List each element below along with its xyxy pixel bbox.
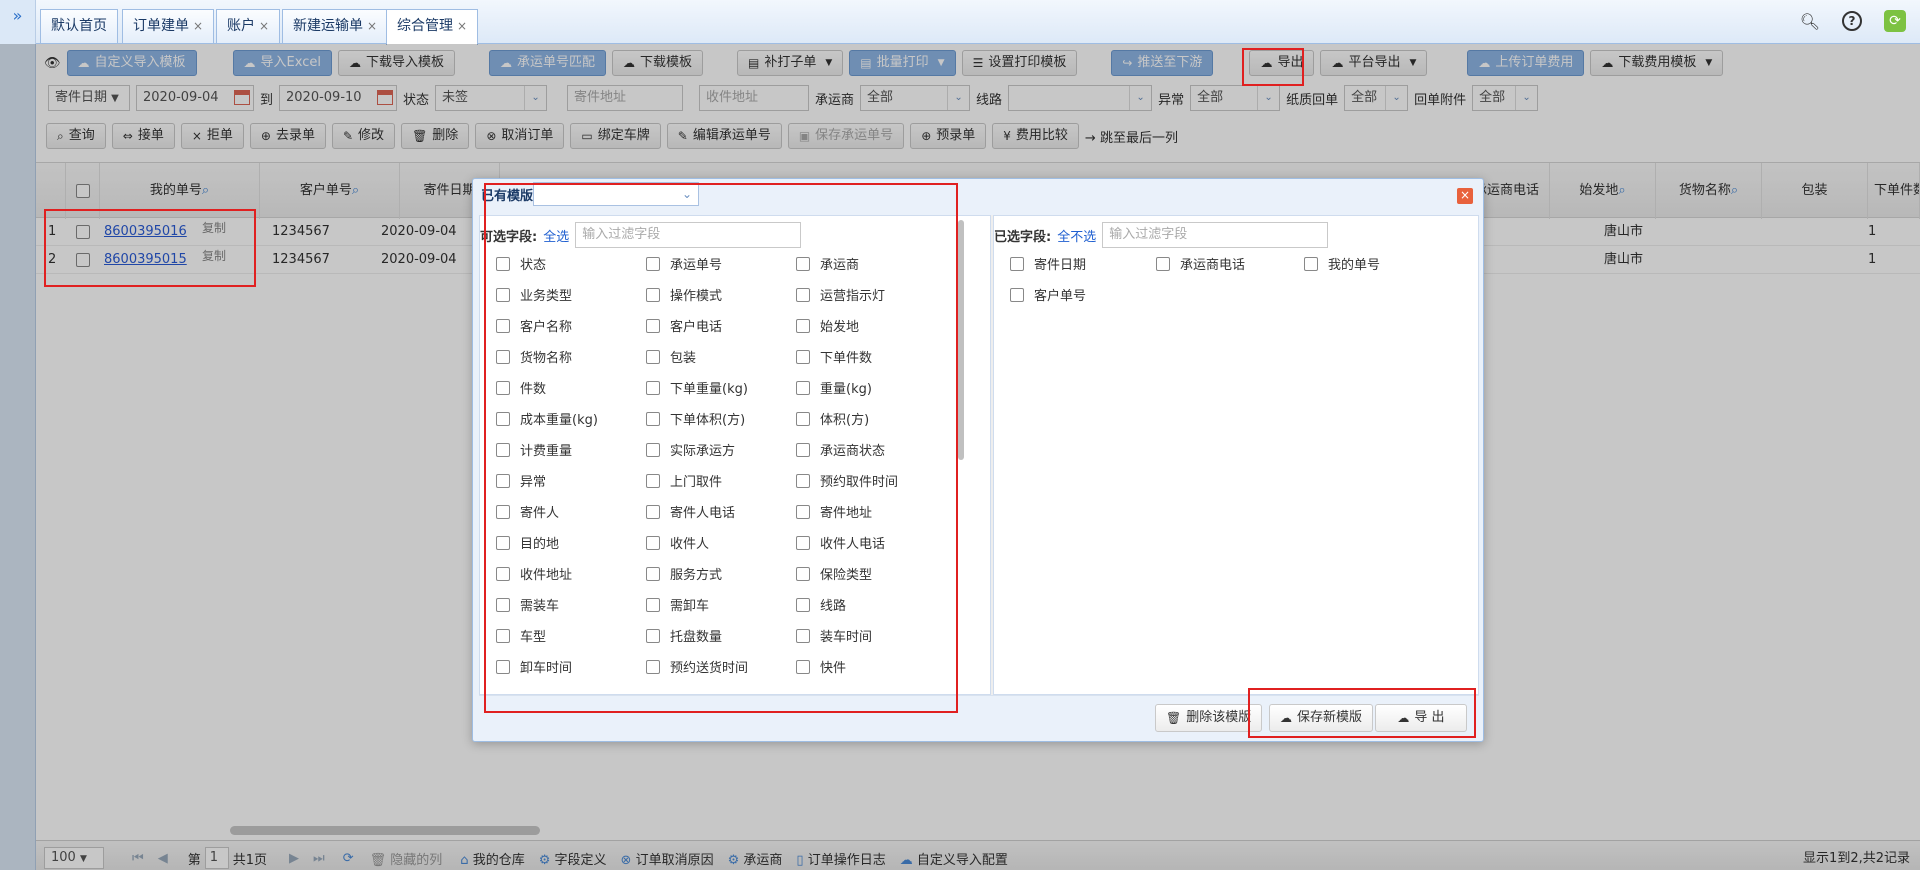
selected-field-item[interactable]: 客户单号 (1010, 285, 1086, 304)
field-checkbox[interactable] (1156, 256, 1170, 271)
field-list-scrollbar[interactable] (958, 220, 964, 460)
delete-template-button[interactable]: 🗑︎ 删除该模版 (1155, 704, 1263, 732)
field-checkbox[interactable] (1010, 256, 1024, 271)
selected-filter-input[interactable]: 输入过滤字段 (1102, 222, 1329, 248)
expand-sidebar-icon[interactable]: » (0, 6, 35, 25)
select-none-link[interactable]: 全不选 (1057, 226, 1096, 245)
search-icon[interactable]: 🔍︎ (1800, 12, 1820, 31)
selected-fields-panel: 已选字段: 全不选 输入过滤字段 寄件日期 承运商电话 我的单号 客户单号 (993, 215, 1479, 695)
close-tab-icon[interactable]: × (457, 19, 467, 33)
tab-home[interactable]: 默认首页 (40, 9, 118, 43)
highlight-available-fields (484, 183, 958, 713)
tab-strip: 默认首页 订单建单 × 账户 × 新建运输单 × 综合管理 × 🔍︎ ? ⟳ (36, 0, 1920, 45)
tab-integrated-mgmt[interactable]: 综合管理 × (386, 9, 479, 45)
selected-field-item[interactable]: 我的单号 (1304, 254, 1380, 273)
close-tab-icon[interactable]: × (193, 19, 203, 33)
selected-field-item[interactable]: 寄件日期 (1010, 254, 1086, 273)
close-tab-icon[interactable]: × (259, 19, 269, 33)
field-checkbox[interactable] (1304, 256, 1318, 271)
selected-field-item[interactable]: 承运商电话 (1156, 254, 1245, 273)
field-checkbox[interactable] (1010, 287, 1024, 302)
help-icon[interactable]: ? (1842, 11, 1862, 31)
tab-account[interactable]: 账户 × (216, 9, 281, 43)
close-icon[interactable]: × (1457, 188, 1473, 204)
highlight-export-button (1242, 48, 1304, 86)
tab-new-transport[interactable]: 新建运输单 × (282, 9, 389, 43)
trash-icon: 🗑︎ (1166, 711, 1182, 725)
highlight-order-rows (44, 209, 256, 287)
refresh-icon[interactable]: ⟳ (1884, 10, 1906, 32)
close-tab-icon[interactable]: × (367, 19, 377, 33)
highlight-save-export-buttons (1248, 688, 1476, 738)
tab-order-create[interactable]: 订单建单 × (122, 9, 215, 43)
